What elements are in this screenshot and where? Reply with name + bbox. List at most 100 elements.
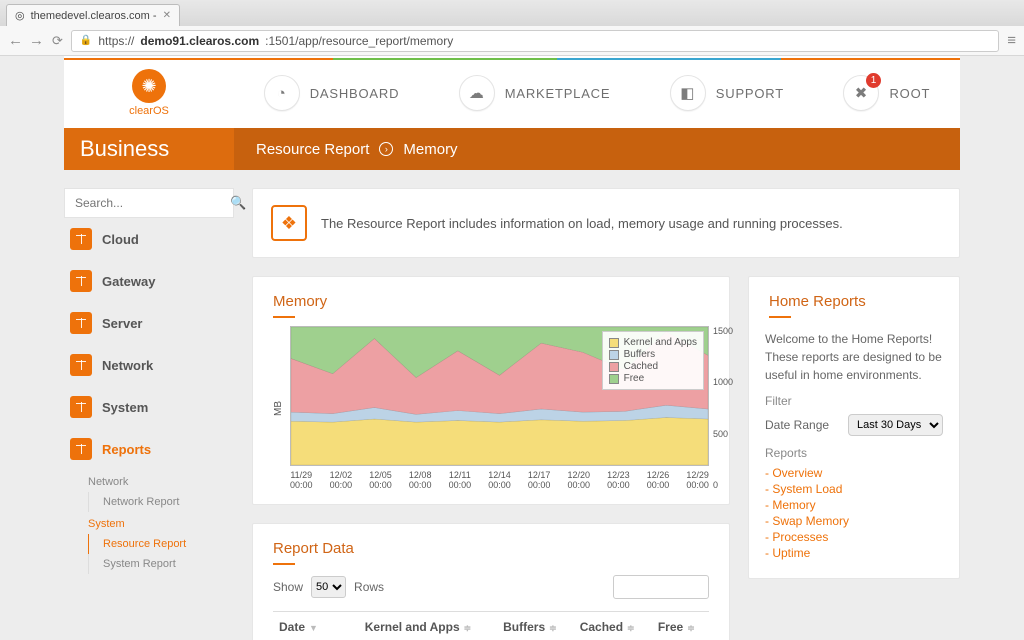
masthead: ✺ clearOS ◔ DASHBOARD ☁ MARKETPLACE ◧ SU… bbox=[64, 56, 960, 128]
dashboard-icon: ◔ bbox=[264, 75, 300, 111]
link-uptime[interactable]: - Uptime bbox=[765, 546, 943, 560]
panel-title: Report Data bbox=[253, 524, 729, 567]
sidebar-item-label: Cloud bbox=[102, 232, 139, 247]
breadcrumb-root[interactable]: Resource Report bbox=[256, 141, 369, 158]
nav-root[interactable]: ✖1 ROOT bbox=[843, 75, 930, 111]
package-icon: ❖ bbox=[271, 205, 307, 241]
sort-icon: ≑ bbox=[549, 623, 557, 633]
sidebar-leaf-resource-report[interactable]: Resource Report bbox=[88, 534, 234, 554]
sidebar-item-gateway[interactable]: Gateway bbox=[64, 260, 234, 302]
sort-icon: ≑ bbox=[687, 623, 695, 633]
link-swap-memory[interactable]: - Swap Memory bbox=[765, 514, 943, 528]
link-memory[interactable]: - Memory bbox=[765, 498, 943, 512]
sidebar-item-label: System bbox=[102, 400, 148, 415]
cube-icon bbox=[70, 354, 92, 376]
link-processes[interactable]: - Processes bbox=[765, 530, 943, 544]
url-path: :1501/app/resource_report/memory bbox=[265, 34, 453, 48]
browser-tabbar: ◎ themedevel.clearos.com - ✕ bbox=[0, 0, 1024, 26]
tab-favicon: ◎ bbox=[15, 9, 25, 22]
brand-logo-icon: ✺ bbox=[132, 69, 166, 103]
nav-label: SUPPORT bbox=[716, 86, 784, 101]
sidebar-group-network[interactable]: Network bbox=[88, 476, 234, 488]
legend-kernel: Kernel and Apps bbox=[624, 337, 697, 348]
browser-tab[interactable]: ◎ themedevel.clearos.com - ✕ bbox=[6, 4, 180, 26]
lock-icon: 🔒 bbox=[80, 35, 92, 46]
search-input[interactable] bbox=[75, 196, 230, 210]
sidebar-item-system[interactable]: System bbox=[64, 386, 234, 428]
sidebar-leaf-network-report[interactable]: Network Report bbox=[88, 492, 234, 512]
sidebar-item-server[interactable]: Server bbox=[64, 302, 234, 344]
daterange-label: Date Range bbox=[765, 418, 829, 432]
back-icon[interactable]: ← bbox=[8, 32, 23, 49]
panel-title: Memory bbox=[253, 277, 729, 320]
info-panel: ❖ The Resource Report includes informati… bbox=[252, 188, 960, 258]
sidebar-group-system[interactable]: System bbox=[88, 518, 234, 530]
brand-name: clearOS bbox=[129, 105, 169, 117]
reload-icon[interactable]: ⟳ bbox=[52, 33, 63, 49]
sidebar-item-network[interactable]: Network bbox=[64, 344, 234, 386]
sidebar-item-label: Reports bbox=[102, 442, 151, 457]
cube-icon bbox=[70, 312, 92, 334]
sidebar-item-cloud[interactable]: Cloud bbox=[64, 218, 234, 260]
close-icon[interactable]: ✕ bbox=[163, 10, 171, 21]
daterange-select[interactable]: Last 30 Days bbox=[848, 414, 943, 436]
report-links: - Overview - System Load - Memory - Swap… bbox=[765, 466, 943, 560]
aside-welcome: Welcome to the Home Reports! These repor… bbox=[765, 330, 943, 384]
col-date[interactable]: Date▼ bbox=[273, 612, 359, 640]
sidebar-leaf-system-report[interactable]: System Report bbox=[88, 554, 234, 574]
legend-cached: Cached bbox=[624, 361, 658, 372]
sort-icon: ≑ bbox=[464, 623, 472, 633]
nav-label: ROOT bbox=[889, 86, 930, 101]
alert-badge: 1 bbox=[866, 73, 881, 88]
sidebar-item-reports[interactable]: Reports bbox=[64, 428, 234, 470]
search-icon[interactable]: 🔍 bbox=[230, 195, 246, 211]
rows-select[interactable]: 50 bbox=[311, 576, 346, 598]
nav-dashboard[interactable]: ◔ DASHBOARD bbox=[264, 75, 400, 111]
cube-icon bbox=[70, 270, 92, 292]
nav-support[interactable]: ◧ SUPPORT bbox=[670, 75, 784, 111]
legend-buffers: Buffers bbox=[624, 349, 656, 360]
home-reports-panel: Home Reports Welcome to the Home Reports… bbox=[748, 276, 960, 579]
sidebar: 🔍 Cloud Gateway Server Network System Re… bbox=[64, 188, 234, 640]
brand[interactable]: ✺ clearOS bbox=[64, 69, 234, 117]
col-free[interactable]: Free≑ bbox=[652, 612, 709, 640]
info-text: The Resource Report includes information… bbox=[321, 216, 843, 231]
col-buffers[interactable]: Buffers≑ bbox=[497, 612, 574, 640]
cloud-icon: ☁ bbox=[459, 75, 495, 111]
report-data-panel: Report Data Show 50 Rows Date▼ bbox=[252, 523, 730, 640]
sidebar-item-label: Network bbox=[102, 358, 153, 373]
sort-icon: ≑ bbox=[627, 623, 635, 633]
search-box[interactable]: 🔍 bbox=[64, 188, 234, 218]
url-host: demo91.clearos.com bbox=[140, 34, 259, 48]
tab-title: themedevel.clearos.com - bbox=[31, 10, 157, 22]
chart-legend: Kernel and Apps Buffers Cached Free bbox=[602, 331, 704, 390]
browser-menu-icon[interactable]: ≡ bbox=[1007, 32, 1016, 49]
y-ticks: 150010005000 bbox=[713, 326, 743, 490]
forward-icon[interactable]: → bbox=[29, 32, 44, 49]
link-system-load[interactable]: - System Load bbox=[765, 482, 943, 496]
cube-icon bbox=[70, 396, 92, 418]
title-bar: Business Resource Report › Memory bbox=[64, 128, 960, 170]
col-cached[interactable]: Cached≑ bbox=[574, 612, 652, 640]
nav-label: MARKETPLACE bbox=[505, 86, 611, 101]
col-kernel[interactable]: Kernel and Apps≑ bbox=[359, 612, 497, 640]
cube-icon bbox=[70, 228, 92, 250]
cube-icon bbox=[70, 438, 92, 460]
reports-label: Reports bbox=[765, 446, 943, 460]
memory-chart-panel: Memory MB Kernel and Apps Buffe bbox=[252, 276, 730, 505]
inbox-icon: ◧ bbox=[670, 75, 706, 111]
link-overview[interactable]: - Overview bbox=[765, 466, 943, 480]
rows-label: Rows bbox=[354, 580, 384, 594]
nav-marketplace[interactable]: ☁ MARKETPLACE bbox=[459, 75, 611, 111]
url-scheme: https:// bbox=[98, 34, 134, 48]
address-bar[interactable]: 🔒 https:// demo91.clearos.com :1501/app/re… bbox=[71, 30, 999, 52]
chevron-right-icon: › bbox=[379, 142, 393, 156]
tools-icon: ✖1 bbox=[843, 75, 879, 111]
x-ticks: 11/29 00:0012/02 00:0012/05 00:0012/08 0… bbox=[290, 470, 709, 490]
sort-desc-icon: ▼ bbox=[309, 623, 318, 633]
sidebar-item-label: Server bbox=[102, 316, 142, 331]
nav-label: DASHBOARD bbox=[310, 86, 400, 101]
table-filter-input[interactable] bbox=[613, 575, 709, 599]
report-table: Date▼ Kernel and Apps≑ Buffers≑ Cached≑ … bbox=[273, 611, 709, 640]
breadcrumb-leaf: Memory bbox=[403, 141, 457, 158]
